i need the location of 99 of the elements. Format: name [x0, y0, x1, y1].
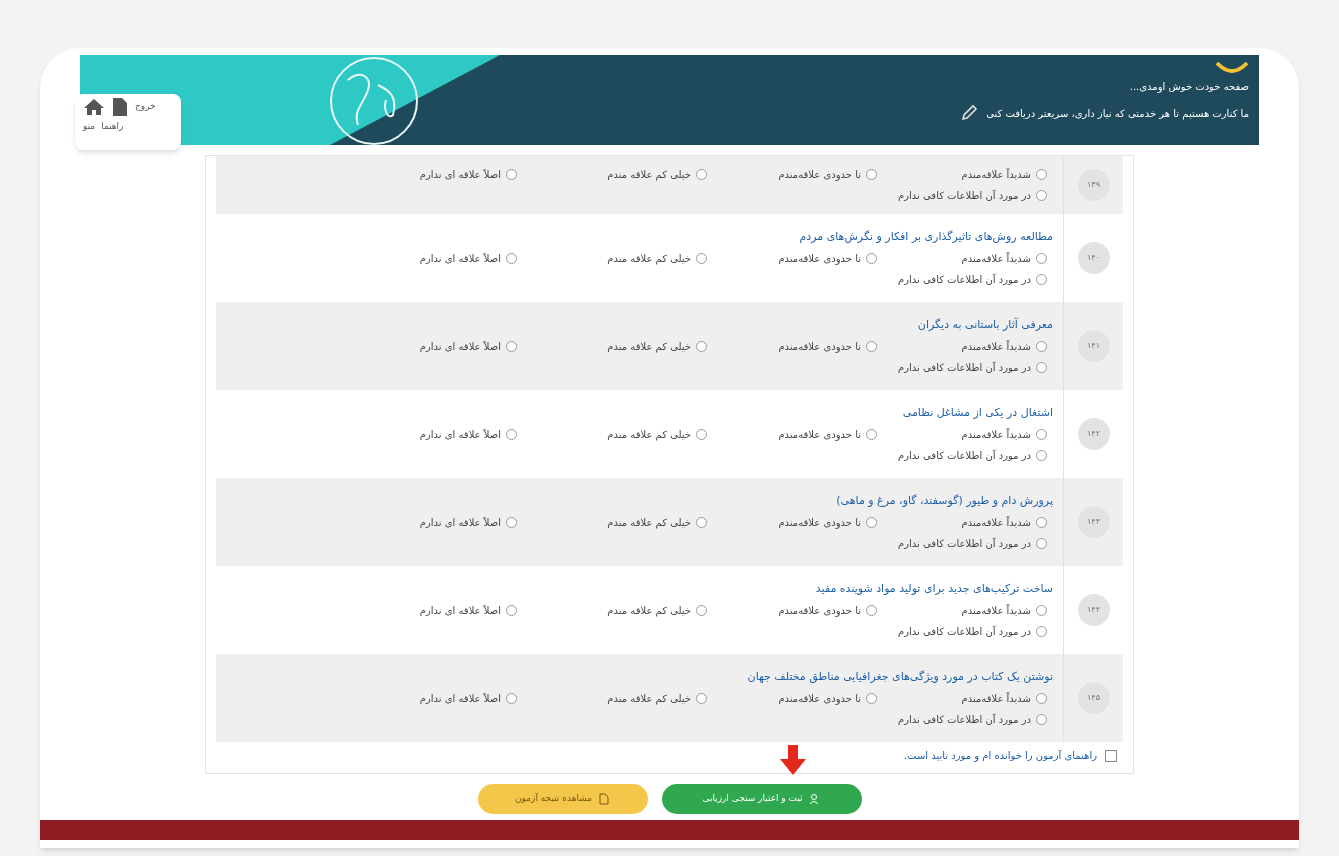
radio-button[interactable]: [866, 341, 877, 353]
document-icon: [598, 793, 610, 805]
radio-button[interactable]: [696, 605, 707, 617]
option-label: خیلی کم علاقه مندم: [607, 604, 691, 619]
radio-button[interactable]: [1036, 341, 1047, 353]
radio-button[interactable]: [1036, 274, 1047, 286]
radio-button[interactable]: [506, 169, 517, 180]
exit-link[interactable]: خروج: [135, 100, 156, 114]
question-title: ساخت ترکیب‌های جدید برای تولید مواد شوینده مفید: [814, 580, 1053, 597]
nav-link[interactable]: راهنما: [101, 120, 124, 134]
question-number: ۱۴۵: [1077, 682, 1110, 714]
option-label: تا حدودی علاقه‌مندم: [778, 252, 861, 267]
document-icon[interactable]: [113, 98, 127, 116]
radio-button[interactable]: [1036, 538, 1047, 550]
question-title: اشتغال در یکی از مشاغل نظامی: [901, 404, 1053, 421]
option-label: در مورد آن اطلاعات کافی ندارم: [898, 188, 1031, 203]
option-label: اصلاً علاقه ای ندارم: [419, 340, 501, 355]
option-label: شدیداً علاقه‌مندم: [961, 167, 1031, 182]
option-label: اصلاً علاقه ای ندارم: [419, 604, 501, 619]
home-icon[interactable]: [83, 98, 105, 116]
question-number: ۱۴۲: [1077, 418, 1110, 450]
user-icon: [808, 793, 821, 805]
option-label: تا حدودی علاقه‌مندم: [778, 604, 861, 619]
radio-button[interactable]: [1036, 253, 1047, 265]
radio-button[interactable]: [866, 429, 877, 441]
tagline-text: ما کنارت هستیم تا هر خدمتی که نیاز داری، سریعتر دریافت کنی: [986, 106, 1249, 121]
option-label: در مورد آن اطلاعات کافی ندارم: [898, 536, 1031, 552]
question-number: ۱۴۱: [1077, 330, 1110, 362]
option-label: شدیداً علاقه‌مندم: [961, 691, 1031, 707]
question-title: نوشتن یک کتاب در مورد ویژگی‌های جغرافیایی مناطق مختلف جهان: [746, 668, 1053, 685]
radio-button[interactable]: [696, 169, 707, 180]
option-label: اصلاً علاقه ای ندارم: [419, 168, 501, 182]
radio-button[interactable]: [866, 693, 877, 705]
option-label: شدیداً علاقه‌مندم: [961, 339, 1031, 355]
globe-icon: [328, 55, 420, 145]
question-number: ۱۴۴: [1077, 594, 1110, 626]
option-label: خیلی کم علاقه مندم: [607, 692, 691, 707]
radio-button[interactable]: [1036, 429, 1047, 441]
option-label: تا حدودی علاقه‌مندم: [778, 428, 861, 443]
question-title: پرورش دام و طیور (گوسفند، گاو، مرغ و ماهی): [835, 492, 1053, 509]
option-label: شدیداً علاقه‌مندم: [961, 515, 1031, 531]
option-label: در مورد آن اطلاعات کافی ندارم: [898, 448, 1031, 464]
option-label: تا حدودی علاقه‌مندم: [778, 692, 861, 707]
option-label: خیلی کم علاقه مندم: [607, 340, 691, 355]
agreement-checkbox[interactable]: [1105, 749, 1117, 762]
radio-button[interactable]: [506, 253, 517, 265]
radio-button[interactable]: [1036, 605, 1047, 617]
radio-button[interactable]: [506, 517, 517, 529]
smile-icon: [1215, 61, 1249, 75]
radio-button[interactable]: [1036, 693, 1047, 705]
radio-button[interactable]: [1036, 517, 1047, 529]
radio-button[interactable]: [696, 429, 707, 441]
option-label: اصلاً علاقه ای ندارم: [419, 516, 501, 531]
radio-button[interactable]: [1036, 450, 1047, 462]
radio-button[interactable]: [696, 693, 707, 705]
option-label: در مورد آن اطلاعات کافی ندارم: [898, 272, 1031, 288]
option-label: در مورد آن اطلاعات کافی ندارم: [898, 712, 1031, 728]
question-title: معرفی آثار باستانی به دیگران: [916, 316, 1053, 333]
greeting-text: صفحه خودت خوش اومدی...: [1129, 80, 1249, 94]
option-label: خیلی کم علاقه مندم: [607, 252, 691, 267]
radio-button[interactable]: [866, 253, 877, 265]
option-label: اصلاً علاقه ای ندارم: [419, 692, 501, 707]
option-label: خیلی کم علاقه مندم: [607, 168, 691, 182]
radio-button[interactable]: [506, 429, 517, 441]
result-button[interactable]: مشاهده نتیجه آزمون: [477, 784, 648, 814]
question-number: ۱۴۰: [1077, 242, 1110, 274]
option-label: خیلی کم علاقه مندم: [607, 428, 691, 443]
radio-button[interactable]: [1036, 362, 1047, 374]
radio-button[interactable]: [506, 341, 517, 353]
radio-button[interactable]: [1036, 190, 1047, 201]
radio-button[interactable]: [1036, 626, 1047, 638]
option-label: در مورد آن اطلاعات کافی ندارم: [898, 624, 1031, 640]
radio-button[interactable]: [696, 341, 707, 353]
option-label: تا حدودی علاقه‌مندم: [778, 340, 861, 355]
option-label: شدیداً علاقه‌مندم: [961, 251, 1031, 267]
down-arrow-icon: [780, 745, 806, 775]
radio-button[interactable]: [506, 693, 517, 705]
radio-button[interactable]: [696, 517, 707, 529]
question-number: ۱۳۹: [1077, 169, 1110, 201]
radio-button[interactable]: [506, 605, 517, 617]
option-label: تا حدودی علاقه‌مندم: [778, 516, 861, 531]
radio-button[interactable]: [1036, 714, 1047, 726]
option-label: اصلاً علاقه ای ندارم: [419, 252, 501, 267]
option-label: شدیداً علاقه‌مندم: [961, 603, 1031, 619]
radio-button[interactable]: [696, 253, 707, 265]
radio-button[interactable]: [866, 169, 877, 180]
radio-button[interactable]: [1036, 169, 1047, 180]
radio-button[interactable]: [866, 605, 877, 617]
option-label: تا حدودی علاقه‌مندم: [778, 168, 861, 182]
option-label: شدیداً علاقه‌مندم: [961, 427, 1031, 443]
nav-link[interactable]: منو: [83, 120, 96, 134]
question-title: مطالعه روش‌های تاثیرگذاری بر افکار و نگرش‌های مردم: [798, 228, 1053, 245]
option-label: اصلاً علاقه ای ندارم: [419, 428, 501, 443]
question-number: ۱۴۳: [1077, 506, 1110, 538]
option-label: خیلی کم علاقه مندم: [607, 516, 691, 531]
pencil-icon: [960, 104, 979, 122]
agreement-label: راهنمای آزمون را خوانده ام و مورد تایید است.: [903, 748, 1097, 763]
radio-button[interactable]: [866, 517, 877, 529]
option-label: در مورد آن اطلاعات کافی ندارم: [898, 360, 1031, 376]
